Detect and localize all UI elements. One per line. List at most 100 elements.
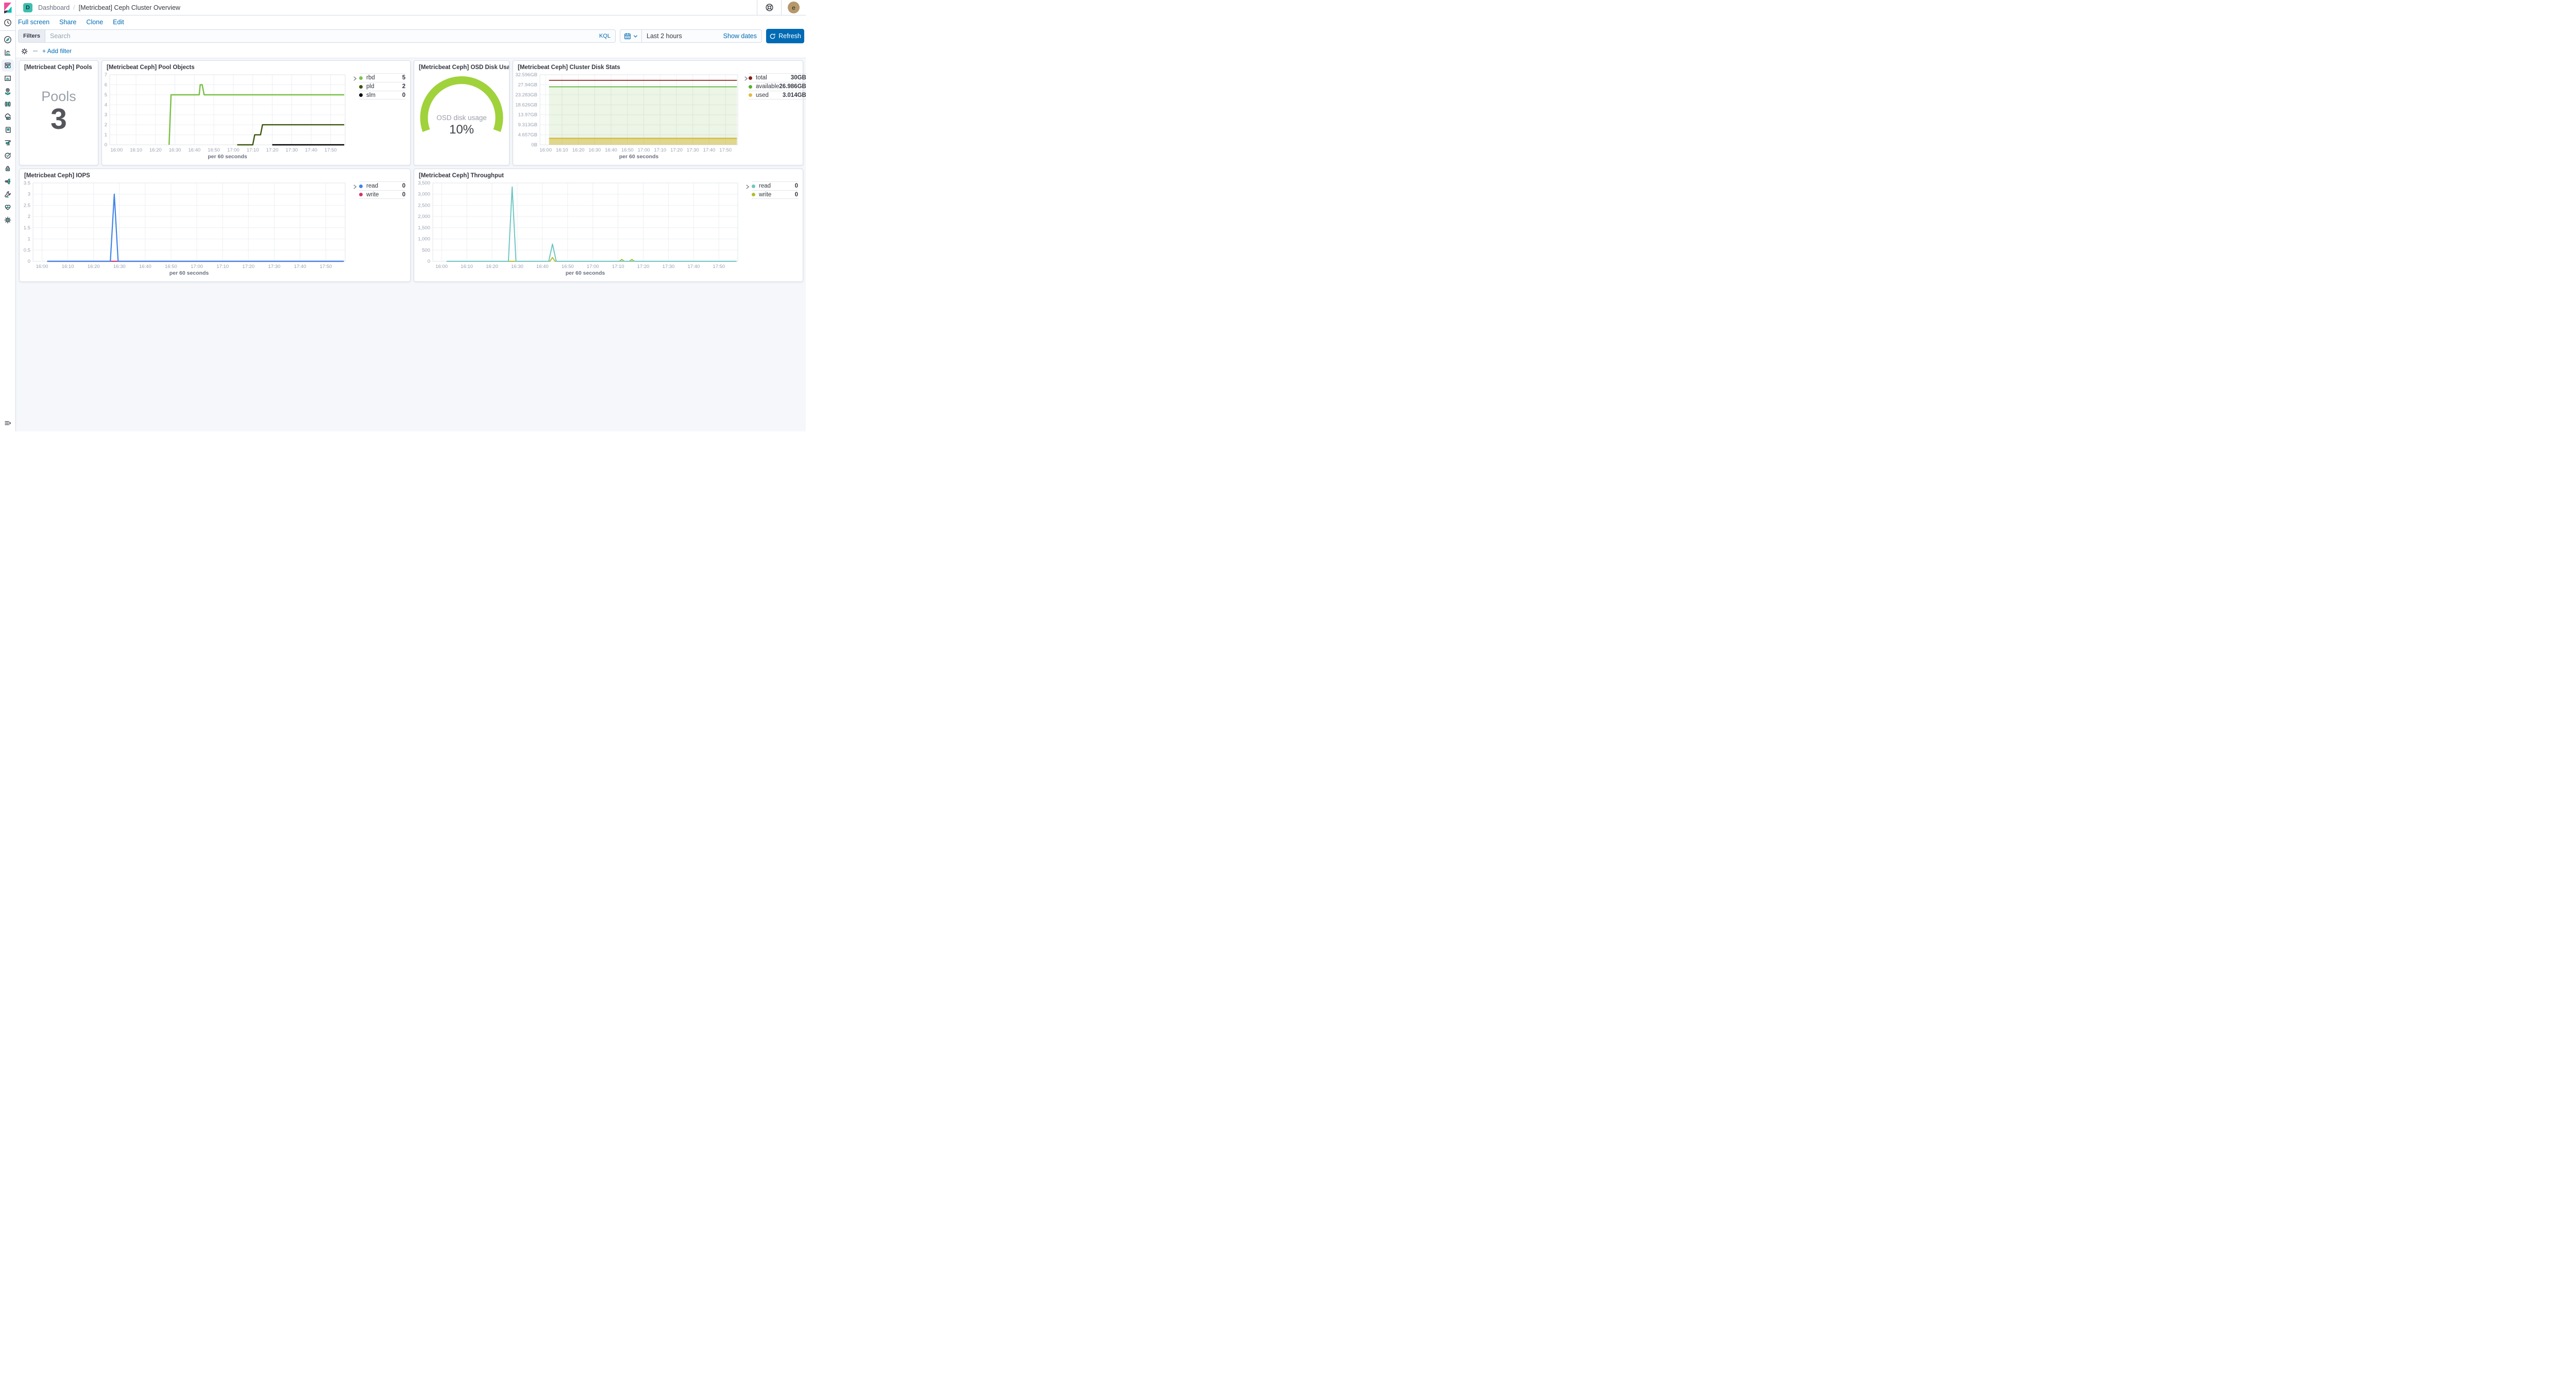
breadcrumb-dashboard[interactable]: Dashboard [38, 4, 70, 11]
series-dot [359, 76, 363, 80]
nav-machine-learning[interactable] [0, 97, 15, 110]
svg-text:17:20: 17:20 [242, 264, 255, 270]
iops-chart[interactable]: 0 0.5 1 1.5 2 2.5 3 3.5 16:00 16:10 16:20 16:30 16:4… [20, 179, 350, 279]
edit-button[interactable]: Edit [113, 19, 124, 26]
nav-monitoring[interactable] [0, 200, 15, 213]
nav-visualize[interactable] [0, 46, 15, 59]
nav-discover[interactable] [0, 33, 15, 46]
legend-item-slm[interactable]: slm 0 [359, 91, 405, 99]
svg-text:17:30: 17:30 [687, 147, 699, 153]
svg-text:16:40: 16:40 [188, 147, 200, 153]
add-filter-button[interactable]: + Add filter [42, 47, 72, 55]
svg-text:16:30: 16:30 [113, 264, 126, 270]
svg-text:16:20: 16:20 [149, 147, 162, 153]
legend-expand-icon[interactable] [743, 181, 752, 279]
svg-text:16:20: 16:20 [572, 147, 585, 153]
svg-text:17:10: 17:10 [247, 147, 259, 153]
logs-scroll-icon [5, 126, 11, 133]
chevron-down-icon [633, 35, 638, 38]
filters-button[interactable]: Filters [18, 29, 45, 43]
pool-objects-chart[interactable]: 0 1 2 3 4 5 6 7 16:00 16:10 16:20 16:30 16:40 16:50 17… [102, 71, 350, 162]
legend-item-write[interactable]: write 0 [359, 190, 405, 199]
date-picker: Last 2 hours Show dates [620, 29, 762, 43]
cluster-disk-chart[interactable]: 0B 4.657GB 9.313GB 13.97GB 18.626GB 23.283GB 2… [513, 71, 743, 162]
nav-siem[interactable] [0, 162, 15, 175]
calendar-menu-button[interactable] [620, 30, 642, 42]
nav-metrics[interactable] [0, 110, 15, 123]
user-avatar[interactable]: e [788, 2, 800, 13]
svg-text:17:20: 17:20 [670, 147, 683, 153]
panel-throughput: [Metricbeat Ceph] Throughput 0 500 1,000 1,… [414, 169, 803, 282]
clock-icon [4, 19, 11, 26]
osd-gauge[interactable]: OSD disk usage 10% [414, 71, 509, 162]
compass-icon [4, 36, 11, 43]
nav-uptime[interactable] [0, 149, 15, 162]
throughput-chart[interactable]: 0 500 1,000 1,500 2,000 2,500 3,000 3,500 16:00 1… [414, 179, 743, 279]
svg-text:0: 0 [105, 142, 107, 148]
panel-title: [Metricbeat Ceph] Pool Objects [107, 64, 195, 71]
svg-text:5: 5 [105, 92, 107, 98]
show-dates-button[interactable]: Show dates [723, 32, 761, 40]
svg-text:1.5: 1.5 [24, 225, 30, 231]
svg-text:4.657GB: 4.657GB [518, 132, 538, 138]
nav-stack-monitoring[interactable] [0, 188, 15, 200]
svg-text:2.5: 2.5 [24, 203, 30, 208]
heart-pulse-icon [5, 205, 11, 210]
legend-item-available[interactable]: available 26.986GB [749, 82, 806, 91]
legend-expand-icon[interactable] [743, 73, 749, 162]
iops-legend: read 0 write 0 [350, 179, 410, 279]
svg-text:17:30: 17:30 [663, 264, 675, 270]
legend-item-used[interactable]: used 3.014GB [749, 91, 806, 99]
series-dot [749, 76, 752, 80]
legend-item-write[interactable]: write 0 [752, 190, 798, 199]
share-button[interactable]: Share [59, 19, 76, 26]
clone-button[interactable]: Clone [87, 19, 104, 26]
svg-text:16:40: 16:40 [139, 264, 151, 270]
svg-text:17:10: 17:10 [654, 147, 666, 153]
nav-apm[interactable] [0, 136, 15, 149]
nav-maps[interactable] [0, 85, 15, 97]
svg-text:16:10: 16:10 [62, 264, 74, 270]
legend-item-read[interactable]: read 0 [752, 181, 798, 190]
svg-text:500: 500 [422, 247, 430, 253]
nav-management[interactable] [0, 213, 15, 226]
full-screen-button[interactable]: Full screen [18, 19, 49, 26]
svg-text:17:00: 17:00 [587, 264, 599, 270]
svg-text:17:50: 17:50 [320, 264, 332, 270]
time-range-value[interactable]: Last 2 hours [642, 32, 723, 40]
nav-recently-viewed[interactable] [0, 15, 15, 29]
legend-item-rbd[interactable]: rbd 5 [359, 73, 405, 82]
svg-text:17:00: 17:00 [638, 147, 650, 153]
nav-dashboard[interactable] [0, 59, 15, 72]
kibana-logo[interactable] [0, 0, 15, 15]
filter-settings-gear-icon[interactable] [21, 47, 28, 55]
series-dot [749, 93, 752, 97]
svg-text:16:00: 16:00 [36, 264, 48, 270]
gauge-label: OSD disk usage [436, 114, 487, 122]
svg-text:16:30: 16:30 [169, 147, 181, 153]
search-placeholder: Search [50, 32, 71, 40]
nav-dev-tools[interactable] [0, 175, 15, 188]
help-button[interactable] [757, 0, 781, 15]
svg-text:16:50: 16:50 [621, 147, 634, 153]
svg-text:1: 1 [105, 132, 107, 138]
gauge-value: 10% [449, 123, 474, 137]
nav-canvas[interactable] [0, 72, 15, 85]
search-input[interactable]: Search KQL [45, 29, 616, 43]
legend-expand-icon[interactable] [350, 181, 359, 279]
svg-text:per 60 seconds: per 60 seconds [170, 270, 209, 276]
kql-selector[interactable]: KQL [599, 33, 611, 39]
legend-item-total[interactable]: total 30GB [749, 73, 806, 82]
svg-text:17:10: 17:10 [216, 264, 229, 270]
legend-item-read[interactable]: read 0 [359, 181, 405, 190]
dashboard-badge[interactable]: D [23, 3, 32, 12]
pool-objects-legend: rbd 5 pld 2 slm 0 [350, 71, 410, 162]
nav-logs[interactable] [0, 123, 15, 136]
svg-text:16:00: 16:00 [435, 264, 448, 270]
collapse-nav-button[interactable] [0, 416, 15, 430]
svg-text:per 60 seconds: per 60 seconds [619, 154, 659, 160]
legend-item-pld[interactable]: pld 2 [359, 82, 405, 91]
legend-expand-icon[interactable] [350, 73, 359, 162]
refresh-button[interactable]: Refresh [766, 29, 804, 43]
svg-text:3,500: 3,500 [418, 180, 430, 186]
